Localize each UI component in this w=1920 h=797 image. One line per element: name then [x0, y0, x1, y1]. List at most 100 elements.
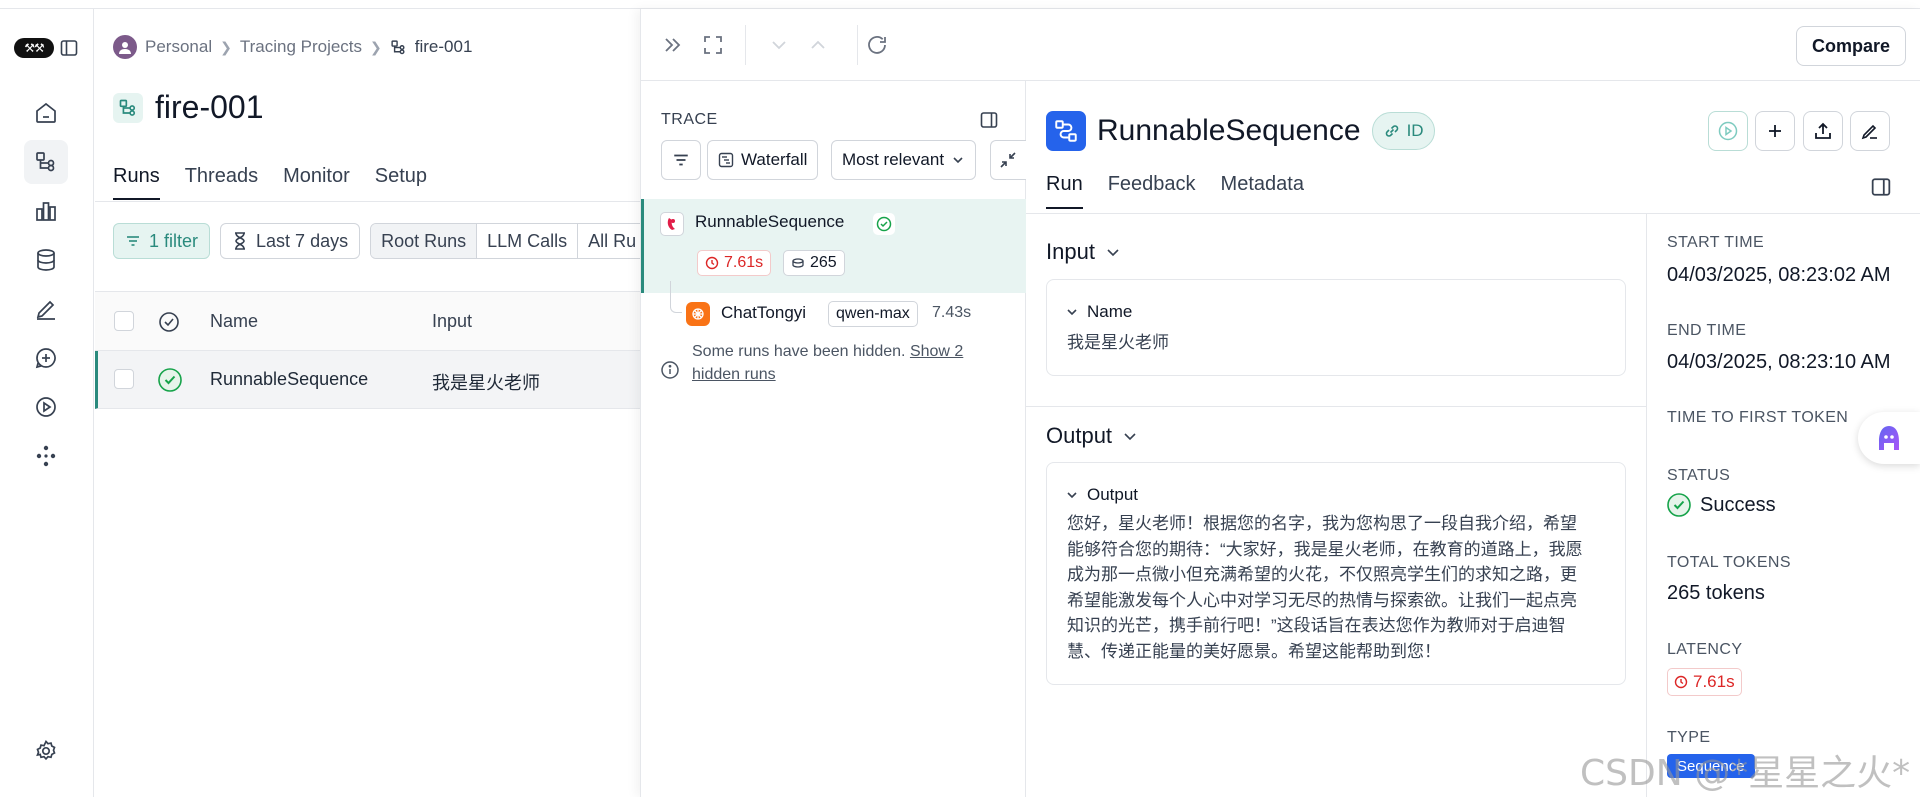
status-column-icon	[159, 312, 179, 332]
project-icon	[391, 39, 405, 54]
column-name[interactable]: Name	[210, 311, 258, 332]
share-button[interactable]	[1803, 111, 1843, 151]
trace-node-child[interactable]: ChatTongyi qwen-max 7.43s	[641, 293, 1026, 335]
collapse-all-button[interactable]	[990, 140, 1026, 180]
page-title: fire-001	[113, 89, 264, 126]
link-icon	[1385, 125, 1398, 137]
tab-runs[interactable]: Runs	[113, 165, 160, 200]
tab-run[interactable]: Run	[1046, 173, 1083, 209]
trace-label: TRACE	[661, 111, 718, 128]
output-value: 您好，星火老师！根据您的名字，我为您构思了一段自我介绍，希望 能够符合您的期待：…	[1067, 511, 1583, 664]
sort-value: Most relevant	[842, 150, 945, 169]
status-text: Success	[1700, 493, 1776, 516]
play-circle-icon	[36, 397, 56, 417]
nav-tracing[interactable]	[24, 140, 68, 184]
nav-home[interactable]	[24, 91, 68, 135]
sidebar-toggle-icon[interactable]	[60, 39, 78, 57]
compare-button[interactable]: Compare	[1795, 26, 1906, 66]
bar-chart-icon	[36, 202, 56, 221]
input-section-title: Input	[1046, 239, 1095, 264]
latency-badge: 7.61s	[697, 250, 772, 276]
nav-monitoring[interactable]	[24, 189, 68, 233]
output-card: Output 您好，星火老师！根据您的名字，我为您构思了一段自我介绍，希望 能够…	[1046, 462, 1626, 685]
nav-annotation[interactable]	[24, 287, 68, 331]
expand-icon[interactable]	[701, 33, 725, 57]
run-metadata-panel: START TIME 04/03/2025, 08:23:02 AM END T…	[1646, 214, 1920, 797]
segment-all-runs[interactable]: All Ru	[578, 224, 648, 258]
gear-icon	[36, 739, 56, 761]
column-input[interactable]: Input	[432, 311, 472, 332]
info-icon	[661, 361, 679, 379]
breadcrumb-tracing-projects[interactable]: Tracing Projects	[240, 37, 362, 57]
trace-filter-button[interactable]	[661, 140, 701, 180]
trace-node-name: RunnableSequence	[695, 212, 845, 231]
chevron-down-icon	[953, 157, 963, 164]
tracing-icon	[36, 152, 55, 172]
assistant-icon	[1879, 426, 1899, 450]
output-section-header[interactable]: Output	[1046, 423, 1138, 449]
database-icon	[37, 249, 55, 271]
chevron-up-icon[interactable]	[806, 33, 830, 57]
tab-metadata[interactable]: Metadata	[1221, 173, 1304, 209]
nav-datasets[interactable]	[24, 238, 68, 282]
annotate-button[interactable]	[1850, 111, 1890, 151]
select-all-checkbox[interactable]	[114, 311, 134, 331]
segment-root-runs[interactable]: Root Runs	[371, 224, 478, 258]
trace-tree: TRACE Waterfall Most relevant RunnableSe…	[641, 81, 1026, 797]
date-range-button[interactable]: Last 7 days	[220, 223, 361, 259]
table-header: Name Input	[95, 291, 640, 351]
collapse-drawer-icon[interactable]	[661, 33, 685, 57]
output-line: 成为那一点微小但充满希望的火花，不仅照亮学生们的求知之路，更	[1067, 565, 1577, 584]
tab-feedback[interactable]: Feedback	[1108, 173, 1196, 209]
trace-node-root[interactable]: RunnableSequence 7.61s 265	[641, 199, 1026, 293]
chevron-down-icon[interactable]	[767, 33, 791, 57]
nav-playground[interactable]	[24, 385, 68, 429]
output-line: 慧、传递正能量的美好愿景。希望这能帮助到您！	[1067, 641, 1441, 661]
playground-button[interactable]	[1708, 111, 1748, 151]
hidden-runs-note: Some runs have been hidden. Show 2 hidde…	[692, 340, 1012, 386]
run-detail: RunnableSequence ID Run Feedback Metadat…	[1026, 81, 1920, 797]
nav-prompts[interactable]	[24, 336, 68, 380]
output-line: 您好，星火老师！根据您的名字，我为您构思了一段自我介绍，希望	[1067, 514, 1577, 533]
output-key: Output	[1087, 485, 1139, 504]
model-badge: qwen-max	[828, 301, 918, 327]
project-title: fire-001	[155, 89, 264, 125]
add-to-button[interactable]	[1755, 111, 1795, 151]
avatar[interactable]	[113, 35, 137, 59]
project-tabs: Runs Threads Monitor Setup	[113, 165, 427, 200]
nav-deployments[interactable]	[24, 434, 68, 478]
sort-select[interactable]: Most relevant	[831, 140, 977, 180]
input-card: Name 我是星火老师	[1046, 279, 1626, 376]
panel-toggle-icon[interactable]	[980, 111, 998, 129]
filter-button[interactable]: 1 filter	[113, 223, 211, 259]
nav-settings[interactable]	[24, 729, 68, 773]
refresh-icon[interactable]	[865, 33, 889, 57]
output-key-header[interactable]: Output	[1065, 485, 1138, 505]
copy-id-button[interactable]: ID	[1371, 112, 1435, 150]
waterfall-toggle[interactable]: Waterfall	[707, 140, 819, 180]
input-key-header[interactable]: Name	[1065, 302, 1132, 322]
breadcrumb-project[interactable]: fire-001	[415, 37, 473, 57]
segment-llm-calls[interactable]: LLM Calls	[477, 224, 579, 258]
input-section-header[interactable]: Input	[1046, 239, 1121, 265]
clock-icon	[1674, 675, 1688, 689]
watermark: CSDN @*星星之火*	[1580, 753, 1911, 794]
panel-toggle-icon[interactable]	[1871, 177, 1891, 197]
total-tokens-label: TOTAL TOKENS	[1667, 554, 1791, 571]
table-row[interactable]: RunnableSequence 我是星火老师	[95, 351, 640, 409]
tab-setup[interactable]: Setup	[375, 165, 427, 200]
tab-monitor[interactable]: Monitor	[283, 165, 350, 200]
langsmith-logo[interactable]: ⚒⚒	[14, 38, 54, 58]
filter-icon	[674, 154, 688, 166]
input-value: 我是星火老师	[1067, 333, 1169, 352]
assistant-button[interactable]	[1858, 412, 1920, 464]
output-line: 能够符合您的期待：“大家好，我是星火老师，在教育的道路上，我愿	[1067, 539, 1583, 559]
pen-icon	[1861, 124, 1877, 140]
model-name: qwen-max	[836, 305, 910, 322]
row-checkbox[interactable]	[114, 369, 134, 389]
chain-icon	[1046, 111, 1086, 151]
tab-threads[interactable]: Threads	[185, 165, 258, 200]
id-label: ID	[1406, 121, 1424, 140]
breadcrumb-workspace[interactable]: Personal	[145, 37, 212, 57]
project-icon	[113, 92, 143, 123]
